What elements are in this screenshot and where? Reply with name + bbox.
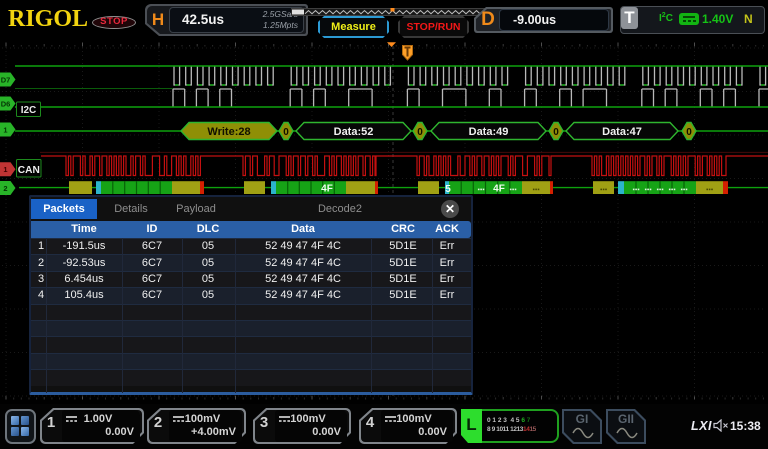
svg-text:0: 0 [686,127,692,138]
svg-text:0: 0 [283,127,289,138]
svg-text:D7: D7 [1,75,11,84]
svg-text:4F: 4F [493,184,505,195]
svg-text:CAN: CAN [18,165,40,176]
svg-text:0: 0 [417,127,423,138]
svg-text:Write:28: Write:28 [207,126,250,138]
svg-text:1: 1 [3,125,7,134]
svg-text:1: 1 [3,165,7,174]
svg-text:2: 2 [3,184,7,193]
svg-text:Data:47: Data:47 [602,126,642,138]
svg-text:4F: 4F [321,184,333,195]
svg-text:D6: D6 [1,99,11,108]
svg-text:I2C: I2C [21,105,37,116]
svg-text:Data:49: Data:49 [469,126,509,138]
svg-text:0: 0 [553,127,559,138]
svg-text:Data:52: Data:52 [334,126,374,138]
svg-text:5: 5 [445,184,451,195]
